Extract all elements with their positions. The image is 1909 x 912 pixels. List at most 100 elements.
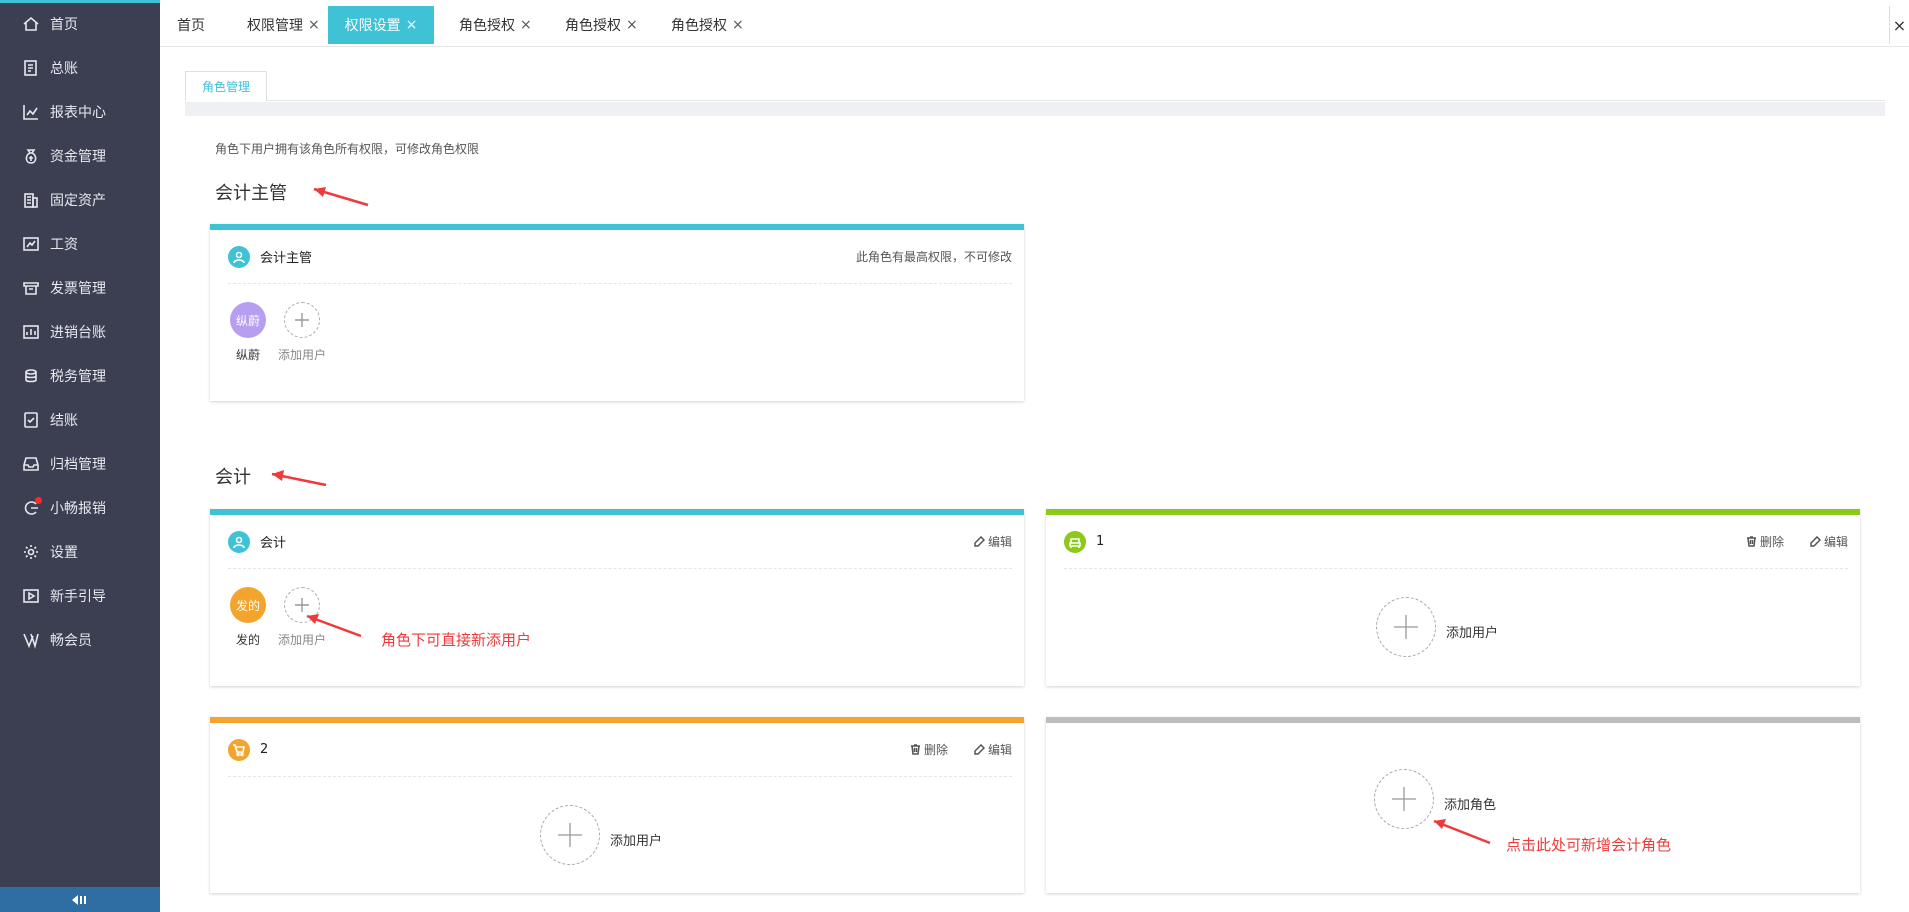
add-user-label: 添加用户: [277, 348, 326, 362]
main-content: 角色管理 角色下用户拥有该角色所有权限，可修改角色权限 会计主管 会计主管 此角…: [160, 47, 1909, 912]
notification-dot: [35, 497, 42, 504]
role-card-supervisor: 会计主管 此角色有最高权限，不可修改 纵蔚 纵蔚 添加用户: [210, 224, 1024, 401]
card-header: 会计主管 此角色有最高权限，不可修改: [228, 230, 1012, 284]
user-item[interactable]: 纵蔚 纵蔚: [228, 302, 268, 363]
sidebar-item-archive[interactable]: 归档管理: [0, 442, 160, 486]
subtab-role-management[interactable]: 角色管理: [185, 71, 267, 102]
close-icon[interactable]: ×: [520, 17, 532, 33]
cart-role-icon: [228, 738, 250, 761]
sidebar-item-vip[interactable]: 畅会员: [0, 618, 160, 662]
annotation-add-user-hint: 角色下可直接新添用户: [381, 631, 532, 649]
role-note: 此角色有最高权限，不可修改: [855, 250, 1012, 264]
sidebar-item-label: 报表中心: [50, 105, 106, 121]
close-icon[interactable]: ×: [732, 17, 744, 33]
delete-button[interactable]: 删除: [910, 741, 948, 758]
plus-icon: [1376, 597, 1436, 657]
card-color-bar: [1046, 717, 1860, 723]
archive-icon: [20, 453, 42, 475]
edit-button[interactable]: 编辑: [1810, 533, 1848, 550]
delete-button[interactable]: 删除: [1746, 533, 1784, 550]
add-user-label: 添加用户: [1446, 625, 1499, 641]
inventory-icon: [20, 321, 42, 343]
building-icon: [20, 189, 42, 211]
sidebar-item-settings[interactable]: 设置: [0, 530, 160, 574]
tab-label: 角色授权: [671, 18, 727, 34]
user-name: 发的: [235, 633, 260, 647]
role-name: 1: [1096, 534, 1105, 549]
close-all-tabs-button[interactable]: ×: [1889, 6, 1909, 44]
close-icon[interactable]: ×: [626, 17, 638, 33]
sidebar-item-label: 畅会员: [50, 633, 92, 649]
avatar: 纵蔚: [230, 302, 266, 338]
sidebar-item-checkout[interactable]: 结账: [0, 398, 160, 442]
tab-role-auth-1[interactable]: 角色授权 ×: [459, 6, 532, 44]
edit-button[interactable]: 编辑: [974, 741, 1012, 758]
sidebar-item-label: 归档管理: [50, 457, 106, 473]
close-icon[interactable]: ×: [406, 17, 418, 33]
card-header: 会计 编辑: [228, 515, 1012, 569]
sidebar-item-reimburse[interactable]: 小畅报销: [0, 486, 160, 530]
chart-icon: [20, 101, 42, 123]
tab-home[interactable]: 首页: [177, 6, 205, 44]
sidebar-item-label: 发票管理: [50, 281, 106, 297]
vip-icon: [20, 629, 42, 651]
add-user-button[interactable]: 添加用户: [540, 805, 662, 865]
sidebar-item-label: 小畅报销: [50, 501, 106, 517]
sidebar-item-label: 进销台账: [50, 325, 106, 341]
edit-label: 编辑: [1823, 535, 1848, 549]
role-card-2: 2 删除 编辑 添加用户: [210, 717, 1024, 893]
add-user-button[interactable]: 添加用户: [272, 302, 332, 363]
annotation-arrow-icon: [313, 187, 369, 207]
tab-permission-settings[interactable]: 权限设置 ×: [328, 6, 434, 44]
plus-icon: [284, 302, 320, 338]
plus-icon: [1374, 769, 1434, 829]
play-icon: [20, 585, 42, 607]
user-item[interactable]: 发的 发的: [228, 587, 268, 648]
edit-button[interactable]: 编辑: [974, 533, 1012, 550]
chair-role-icon: [1064, 530, 1086, 553]
sidebar-item-label: 固定资产: [50, 193, 106, 209]
sidebar-item-fixed-assets[interactable]: 固定资产: [0, 178, 160, 222]
sidebar-item-tax[interactable]: 税务管理: [0, 354, 160, 398]
role-name: 会计: [260, 536, 287, 551]
sidebar-item-label: 税务管理: [50, 369, 106, 385]
tab-role-auth-2[interactable]: 角色授权 ×: [565, 6, 638, 44]
ledger-icon: [20, 57, 42, 79]
salary-icon: [20, 233, 42, 255]
sidebar-item-label: 新手引导: [50, 589, 106, 605]
sidebar-item-guide[interactable]: 新手引导: [0, 574, 160, 618]
subtab-bar: 角色管理: [185, 71, 1885, 102]
sidebar-item-reports[interactable]: 报表中心: [0, 90, 160, 134]
sidebar: 首页 总账 报表中心 资金管理 固定资产 工资 发票管理 进销台账 税务管理 结…: [0, 0, 160, 912]
tab-label: 权限设置: [344, 18, 401, 34]
reimburse-icon: [20, 497, 42, 519]
money-bag-icon: [20, 145, 42, 167]
tab-label: 权限管理: [247, 18, 303, 34]
add-user-button[interactable]: 添加用户: [1376, 597, 1498, 657]
user-role-icon: [228, 245, 250, 268]
sidebar-item-invoice[interactable]: 发票管理: [0, 266, 160, 310]
tab-permission-management[interactable]: 权限管理 ×: [247, 6, 320, 44]
edit-label: 编辑: [987, 743, 1012, 757]
close-icon[interactable]: ×: [308, 17, 320, 33]
sidebar-item-funds[interactable]: 资金管理: [0, 134, 160, 178]
section-title-supervisor: 会计主管: [215, 183, 287, 204]
sidebar-item-ledger[interactable]: 总账: [0, 46, 160, 90]
sidebar-collapse-button[interactable]: [0, 887, 160, 912]
sidebar-item-salary[interactable]: 工资: [0, 222, 160, 266]
sidebar-item-label: 总账: [50, 61, 78, 77]
role-name: 2: [260, 742, 269, 757]
annotation-add-role-hint: 点击此处可新增会计角色: [1506, 836, 1672, 854]
sidebar-item-inventory[interactable]: 进销台账: [0, 310, 160, 354]
add-role-card: 添加角色: [1046, 717, 1860, 893]
sidebar-item-label: 资金管理: [50, 149, 106, 165]
edit-icon: [974, 744, 985, 755]
edit-icon: [1810, 536, 1821, 547]
tab-label: 首页: [177, 18, 205, 34]
sidebar-item-home[interactable]: 首页: [0, 2, 160, 46]
card-header: 1 删除 编辑: [1064, 515, 1848, 569]
section-title-accountant: 会计: [215, 467, 251, 488]
role-name: 会计主管: [260, 251, 313, 266]
tab-role-auth-3[interactable]: 角色授权 ×: [671, 6, 744, 44]
delete-label: 删除: [1759, 535, 1784, 549]
